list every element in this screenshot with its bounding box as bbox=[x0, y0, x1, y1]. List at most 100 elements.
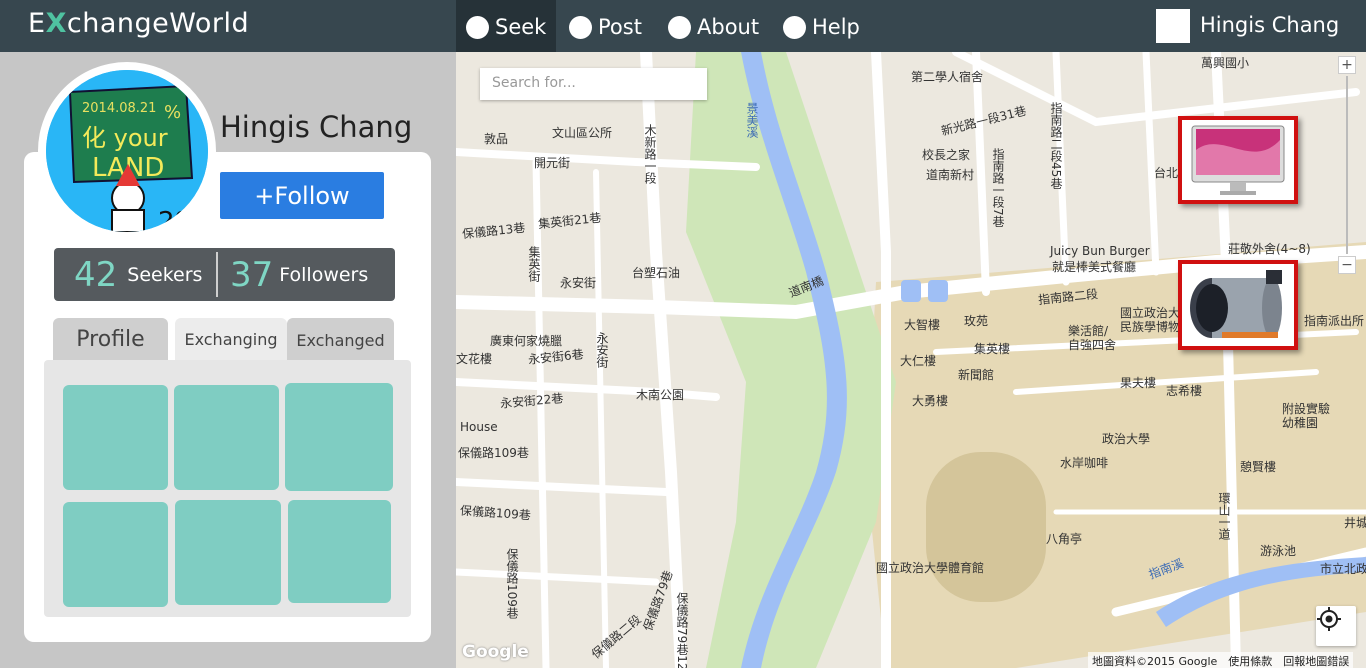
nav-item-post[interactable]: Post bbox=[569, 0, 642, 54]
map-label: 敦品 bbox=[484, 132, 509, 146]
map-label: 游泳池 bbox=[1260, 544, 1297, 558]
avatar-fraction-text: % bbox=[164, 102, 181, 123]
map-label: 新聞館 bbox=[958, 368, 995, 382]
map-label: 指南路一段7巷 bbox=[991, 148, 1005, 228]
stats-divider bbox=[216, 252, 218, 297]
map-label: 幼稚園 bbox=[1282, 416, 1319, 430]
map-label: 木南公園 bbox=[636, 388, 685, 402]
map-label: 木新路一段 bbox=[643, 124, 657, 184]
map-label: 大智樓 bbox=[904, 318, 941, 332]
profile-name: Hingis Chang bbox=[220, 110, 413, 144]
map-label: 就是棒美式餐廳 bbox=[1052, 260, 1137, 274]
map-label: 校長之家 bbox=[922, 148, 971, 162]
telescope-icon bbox=[1190, 270, 1282, 338]
map-view[interactable]: 萬興國小 第二學人宿舍 新光路一段31巷 指南路二段45巷 敦品 文山區公所 開… bbox=[456, 52, 1366, 668]
map-label: 果夫樓 bbox=[1120, 376, 1157, 390]
map-label: 台塑石油 bbox=[632, 266, 681, 280]
map-label: 自強四舍 bbox=[1068, 338, 1117, 352]
map-label: 大勇樓 bbox=[912, 394, 949, 408]
logo-x-mark: X bbox=[45, 8, 67, 39]
item-tile[interactable] bbox=[285, 383, 393, 491]
item-tile[interactable] bbox=[174, 385, 279, 490]
map-label: 萬興國小 bbox=[1201, 56, 1250, 70]
imac-computer-icon bbox=[1191, 125, 1285, 195]
map-label: Juicy Bun Burger bbox=[1050, 244, 1150, 258]
map-label: 保儀路109巷 bbox=[505, 548, 519, 619]
map-label: 保儀路79巷12弄 bbox=[675, 592, 689, 668]
map-label: 文山區公所 bbox=[552, 126, 613, 140]
map-label: 玫苑 bbox=[964, 314, 989, 328]
my-location-button[interactable] bbox=[1316, 606, 1356, 646]
avatar-tagline-text: 化 your bbox=[82, 124, 168, 152]
map-label: 志希樓 bbox=[1166, 384, 1203, 398]
map-label: 八角亭 bbox=[1046, 532, 1083, 546]
app-logo[interactable]: EXchangeWorld bbox=[28, 8, 249, 39]
seekers-label: Seekers bbox=[127, 263, 203, 286]
map-label: 保儀路109巷 bbox=[458, 446, 529, 460]
tab-profile[interactable]: Profile bbox=[53, 318, 168, 360]
radio-dot-icon bbox=[668, 15, 691, 39]
search-placeholder: Search for... bbox=[492, 75, 576, 91]
item-tile[interactable] bbox=[288, 500, 391, 603]
nav-item-label: Help bbox=[812, 15, 860, 39]
item-tile[interactable] bbox=[175, 500, 281, 605]
map-label: 道南新村 bbox=[926, 168, 975, 182]
nav-item-label: About bbox=[697, 15, 760, 39]
stats-bar: 42 Seekers 37 Followers bbox=[54, 248, 395, 301]
zoom-slider-track[interactable] bbox=[1346, 76, 1348, 254]
map-label: 水岸咖啡 bbox=[1060, 456, 1109, 470]
nav-item-label: Seek bbox=[495, 15, 547, 39]
zoom-out-button[interactable]: − bbox=[1338, 256, 1356, 274]
follow-button[interactable]: +Follow bbox=[220, 172, 384, 219]
profile-avatar[interactable]: 2014.08.21 % 化 your LAND 2 29 bbox=[46, 70, 208, 232]
seekers-count: 42 bbox=[74, 254, 118, 295]
map-label: 指南路二段45巷 bbox=[1049, 102, 1063, 190]
map-label: 政治大學 bbox=[1102, 432, 1151, 446]
map-label: 開元街 bbox=[534, 156, 571, 170]
map-label: 第二學人宿舍 bbox=[911, 70, 984, 84]
followers-stat[interactable]: 37 Followers bbox=[230, 248, 368, 301]
user-avatar[interactable] bbox=[1156, 9, 1190, 43]
nav-item-seek[interactable]: Seek bbox=[456, 0, 556, 54]
tab-exchanging[interactable]: Exchanging bbox=[175, 318, 287, 360]
map-attribution[interactable]: 地圖資料©2015 Google 使用條款 回報地圖錯誤 bbox=[1088, 652, 1354, 668]
map-label: 指南派出所 bbox=[1304, 314, 1365, 328]
map-label: 莊敬外舍(4~8) bbox=[1228, 242, 1311, 256]
user-name[interactable]: Hingis Chang bbox=[1200, 13, 1339, 37]
radio-dot-icon bbox=[569, 15, 592, 39]
map-label: 文花樓 bbox=[456, 352, 493, 366]
radio-dot-icon bbox=[783, 15, 806, 39]
map-label: 集英街 bbox=[527, 246, 541, 282]
map-label: 台北 bbox=[1154, 166, 1179, 180]
top-navigation-bar: EXchangeWorld Seek Post About Help Hingi… bbox=[0, 0, 1366, 54]
followers-label: Followers bbox=[279, 263, 369, 286]
radio-dot-icon bbox=[466, 15, 489, 39]
map-label: 環山一道 bbox=[1217, 492, 1231, 540]
map-item-pin[interactable] bbox=[1178, 116, 1298, 204]
zoom-control: + − bbox=[1338, 56, 1356, 274]
nav-item-label: Post bbox=[598, 15, 642, 39]
map-label: 廣東何家燒臘 bbox=[490, 334, 563, 348]
tab-exchanged[interactable]: Exchanged bbox=[287, 318, 394, 362]
map-search-input[interactable]: Search for... bbox=[480, 68, 707, 100]
avatar-date-text: 2014.08.21 bbox=[82, 101, 156, 116]
nav-item-about[interactable]: About bbox=[668, 0, 759, 54]
google-logo: Google bbox=[462, 642, 529, 662]
map-label: 國立政治大學體育館 bbox=[876, 561, 985, 575]
zoom-in-button[interactable]: + bbox=[1338, 56, 1356, 74]
item-tile[interactable] bbox=[63, 385, 168, 490]
map-item-pin[interactable] bbox=[1178, 260, 1298, 350]
map-label: 民族學博物 bbox=[1120, 320, 1181, 334]
map-label: 永安街 bbox=[595, 332, 609, 368]
seekers-stat[interactable]: 42 Seekers bbox=[74, 248, 202, 301]
map-label: House bbox=[460, 420, 498, 434]
map-label: 井城 bbox=[1344, 516, 1366, 530]
nav-item-help[interactable]: Help bbox=[783, 0, 860, 54]
item-tile[interactable] bbox=[63, 502, 168, 607]
map-label: 憩賢樓 bbox=[1240, 460, 1277, 474]
map-label: 大仁樓 bbox=[900, 354, 937, 368]
map-label: 集英樓 bbox=[974, 342, 1011, 356]
followers-count: 37 bbox=[230, 254, 274, 295]
map-label: 市立北政 bbox=[1320, 562, 1366, 576]
profile-sidebar: 2014.08.21 % 化 your LAND 2 29 Hingis Cha… bbox=[0, 52, 456, 668]
